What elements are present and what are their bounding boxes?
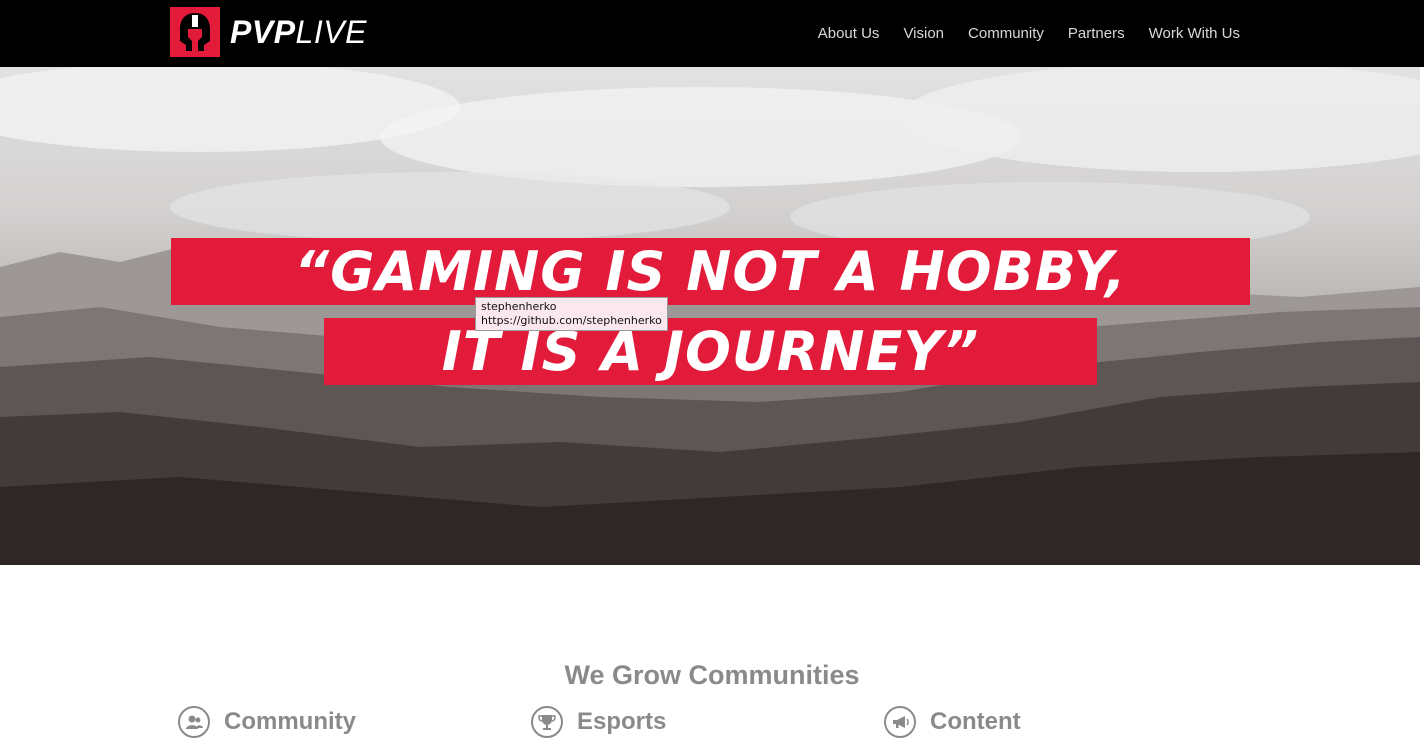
nav-partners[interactable]: Partners [1068, 25, 1125, 42]
hero-landscape-image [0, 67, 1420, 565]
nav-work-with-us[interactable]: Work With Us [1149, 25, 1240, 42]
users-icon [178, 706, 210, 738]
hero-banner: “GAMING IS NOT A HOBBY, IT IS A JOURNEY”… [0, 67, 1420, 565]
hero-quote-text-1: “GAMING IS NOT A HOBBY, [294, 240, 1127, 303]
logo-text-bold: PVP [230, 13, 296, 50]
feature-label: Community [224, 708, 356, 735]
hero-quote-line-1: “GAMING IS NOT A HOBBY, [171, 238, 1250, 305]
feature-community[interactable]: Community [178, 706, 356, 738]
nav-about-us[interactable]: About Us [818, 25, 880, 42]
tooltip-url: https://github.com/stephenherko [481, 314, 662, 327]
feature-content[interactable]: Content [884, 706, 1021, 738]
logo-wordmark: PVP LIVE [230, 14, 367, 51]
tooltip: stephenherko https://github.com/stephenh… [475, 297, 668, 331]
trophy-icon [531, 706, 563, 738]
nav-vision[interactable]: Vision [903, 25, 944, 42]
feature-label: Content [930, 708, 1021, 735]
feature-esports[interactable]: Esports [531, 706, 666, 738]
logo-text-light: LIVE [295, 13, 367, 50]
main-nav: About Us Vision Community Partners Work … [818, 0, 1240, 67]
logo[interactable]: PVP LIVE [170, 7, 367, 57]
tooltip-username: stephenherko [481, 300, 557, 313]
hero-quote-line-2: IT IS A JOURNEY” [324, 318, 1097, 385]
nav-community[interactable]: Community [968, 25, 1044, 42]
site-header: PVP LIVE About Us Vision Community Partn… [0, 0, 1424, 67]
megaphone-icon [884, 706, 916, 738]
feature-label: Esports [577, 708, 667, 735]
section-title: We Grow Communities [564, 660, 860, 690]
helmet-icon [170, 7, 220, 57]
